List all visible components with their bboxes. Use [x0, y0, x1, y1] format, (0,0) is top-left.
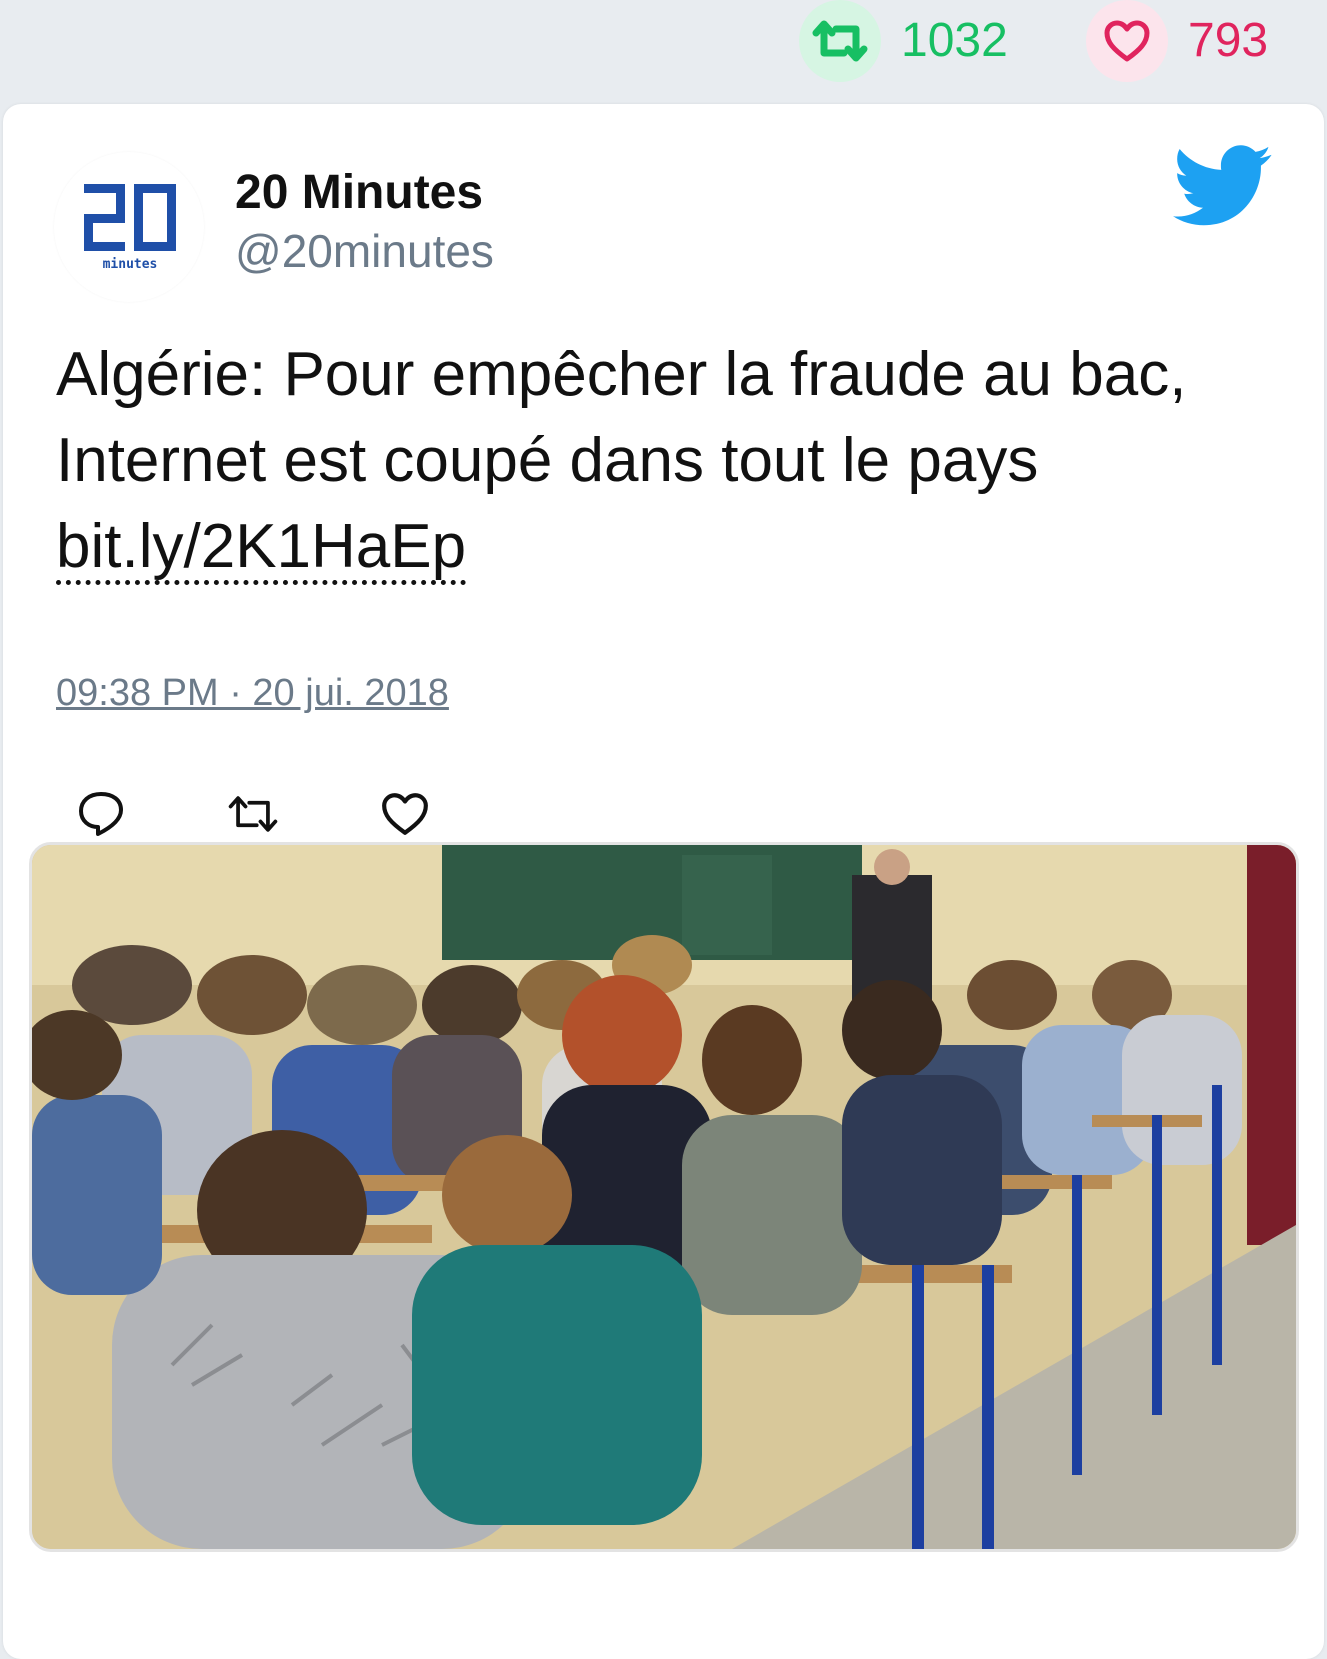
tweet-photo[interactable]	[29, 842, 1299, 1552]
author-name[interactable]: 20 Minutes	[235, 164, 483, 222]
like-stat[interactable]: 793	[1086, 0, 1268, 82]
retweet-count: 1032	[901, 14, 1008, 67]
like-button[interactable]	[377, 786, 433, 842]
reply-button[interactable]	[73, 786, 129, 842]
heart-icon	[382, 793, 428, 835]
retweet-button[interactable]	[225, 786, 281, 842]
like-count: 793	[1188, 14, 1269, 67]
tweet-link[interactable]: bit.ly/2K1HaEp	[56, 516, 467, 585]
tweet-text: Algérie: Pour empêcher la fraude au bac,…	[56, 332, 1286, 590]
tweet-card: minutes 20 Minutes @20minutes Algérie: P…	[3, 104, 1324, 1659]
avatar-subtext: minutes	[103, 257, 158, 272]
tweet-actions	[73, 784, 529, 844]
twenty-minutes-logo: minutes	[84, 184, 176, 272]
engagement-stats: 1032 793	[0, 0, 1327, 100]
reply-icon	[79, 792, 123, 836]
tweet-text-line: Algérie: Pour empêcher la fraude au bac,	[56, 340, 1187, 409]
tweet-text-line: Internet est coupé dans tout le pays	[56, 426, 1039, 495]
retweet-stat[interactable]: 1032	[799, 0, 1008, 82]
avatar[interactable]: minutes	[54, 152, 204, 302]
author-handle[interactable]: @20minutes	[235, 224, 494, 279]
twitter-bird-icon[interactable]	[1173, 144, 1273, 229]
retweet-icon	[228, 796, 278, 832]
retweet-icon	[799, 0, 881, 82]
heart-icon	[1086, 0, 1168, 82]
tweet-timestamp[interactable]: 09:38 PM · 20 jui. 2018	[56, 672, 449, 715]
exam-classroom-image	[32, 845, 1296, 1549]
